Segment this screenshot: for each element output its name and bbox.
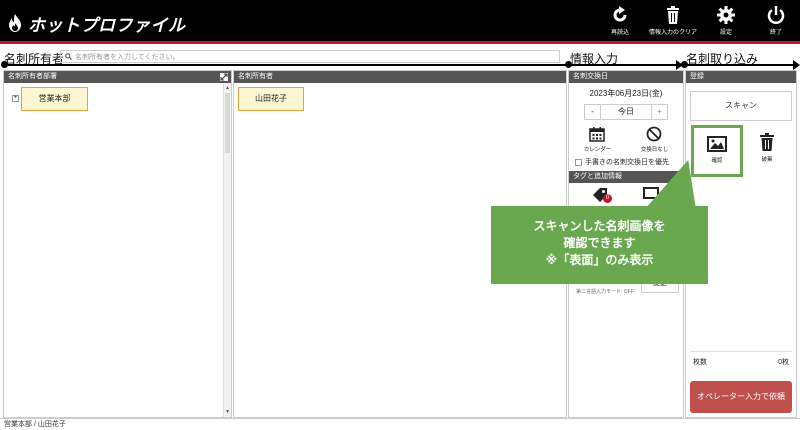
scroll-up-icon[interactable]: ▲ (225, 85, 230, 91)
status-bar: 営業本部 / 山田花子 (0, 418, 800, 430)
image-icon (707, 136, 727, 152)
exit-button[interactable]: 終了 (746, 6, 800, 40)
callout-line: 確認できます (563, 236, 636, 250)
exit-label: 終了 (769, 30, 782, 36)
reload-icon (613, 6, 627, 22)
sheet-count: 枚数 0枚 (690, 351, 792, 371)
calendar-label: カレンダー (583, 147, 612, 153)
scroll-thumb[interactable] (225, 93, 230, 153)
handwritten-priority-label: 手書きの名刺交換日を優先 (585, 159, 669, 166)
top-bar: ホットプロファイル 再読込 情報入力のクリア 設定 終了 (0, 0, 800, 44)
count-label: 枚数 (693, 358, 707, 366)
reload-label: 再読込 (610, 30, 629, 36)
flow-dot (565, 61, 572, 68)
scroll-down-icon[interactable]: ▼ (225, 409, 230, 415)
expand-icon[interactable] (220, 73, 228, 81)
department-scrollbar[interactable]: ▲ ▼ (223, 83, 231, 417)
flow-dot (1, 61, 8, 68)
no-date-button[interactable]: 交換日なし (640, 126, 669, 153)
owner-panel-header: 名刺所有者 (234, 71, 566, 83)
trash-icon (667, 6, 679, 24)
callout-note: スキャンした名刺画像を 確認できます ※「表面」のみ表示 (491, 206, 708, 284)
search-placeholder: 名刺所有者を入力してください。 (75, 53, 180, 61)
tree-expand-toggle[interactable]: + (12, 95, 19, 102)
exchange-date-header: 名刺交換日 (569, 71, 683, 83)
scan-button[interactable]: スキャン (690, 91, 792, 121)
no-date-label: 交換日なし (640, 147, 669, 153)
power-icon (767, 6, 785, 24)
search-icon (65, 53, 72, 60)
discard-button[interactable]: 破棄 (752, 133, 782, 163)
today-button[interactable]: 今日 (601, 105, 651, 119)
second-language-mode: 第二言語入力モード: OFF (576, 289, 634, 295)
owner-card[interactable]: 山田花子 (238, 87, 304, 111)
no-entry-icon (647, 126, 662, 142)
date-minus-button[interactable]: - (585, 105, 601, 119)
department-panel-header: 名刺所有者部署 (4, 71, 231, 83)
flame-logo-icon (9, 14, 21, 32)
brand-stripe (0, 41, 800, 44)
gear-icon (717, 6, 735, 24)
department-panel: 名刺所有者部署 + 営業本部 ▲ ▼ (3, 70, 232, 418)
app-name: ホットプロファイル (28, 15, 186, 35)
exchange-date: 2023年06月23日(金) (589, 89, 663, 98)
clear-input-label: 情報入力のクリア (648, 30, 697, 36)
flow-arrow (793, 60, 800, 70)
checkbox-box[interactable] (575, 158, 582, 166)
date-plus-button[interactable]: + (651, 105, 667, 119)
discard-label: 破棄 (761, 157, 773, 163)
department-header-label: 名刺所有者部署 (8, 73, 57, 80)
clear-input-button[interactable]: 情報入力のクリア (643, 6, 703, 40)
app-logo: ホットプロファイル (8, 12, 186, 35)
calendar-button[interactable]: カレンダー (583, 126, 612, 153)
count-value: 0枚 (778, 358, 789, 366)
date-stepper: - 今日 + (584, 104, 668, 120)
callout-line: スキャンした名刺画像を (533, 219, 666, 233)
calendar-icon (589, 127, 606, 142)
register-header: 登録 (686, 71, 796, 83)
callout-line: ※「表面」のみ表示 (545, 253, 654, 267)
tag-count-badge: 0 (603, 194, 612, 203)
operator-request-button[interactable]: オペレーター入力で依頼 (690, 381, 792, 413)
trash-icon (760, 133, 774, 151)
department-card[interactable]: 営業本部 (21, 87, 88, 111)
reload-button[interactable]: 再読込 (590, 6, 650, 40)
owner-search-input[interactable]: 名刺所有者を入力してください。 (60, 50, 560, 63)
flow-dot (681, 61, 688, 68)
